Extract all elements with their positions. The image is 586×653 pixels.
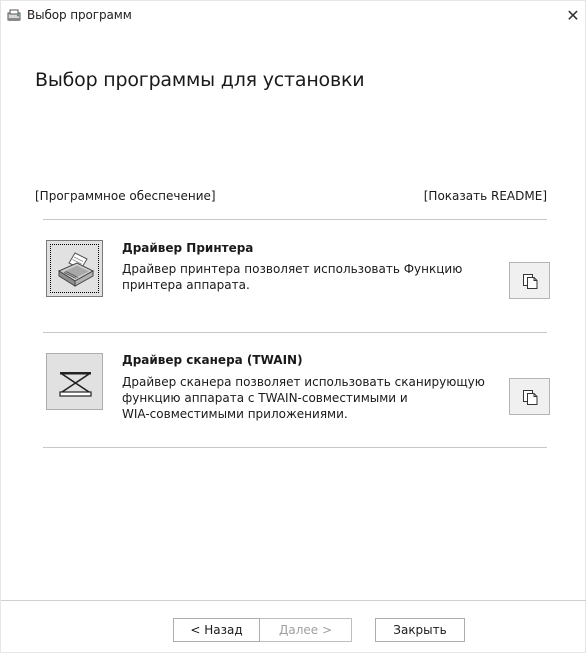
scanner-driver-title: Драйвер сканера (TWAIN) (122, 353, 303, 367)
footer-divider (1, 600, 586, 601)
title-bar: Выбор программ ✕ (1, 1, 586, 29)
window-title: Выбор программ (27, 8, 132, 22)
printer-driver-title: Драйвер Принтера (122, 241, 254, 255)
close-window-button[interactable]: ✕ (559, 1, 586, 29)
divider (43, 332, 547, 333)
section-header: [Программное обеспечение] [Показать READ… (35, 189, 547, 207)
divider (43, 447, 547, 448)
printer-readme-button[interactable] (509, 262, 550, 299)
readme-column-label: [Показать README] (423, 189, 547, 203)
scanner-driver-description: Драйвер сканера позволяет использовать с… (122, 375, 485, 421)
installer-window: Выбор программ ✕ Выбор программы для уст… (0, 0, 586, 653)
app-icon (7, 8, 22, 22)
page-heading: Выбор программы для установки (35, 69, 365, 91)
software-column-label: [Программное обеспечение] (35, 189, 216, 203)
printer-driver-button[interactable] (46, 240, 103, 297)
divider (43, 219, 547, 220)
next-button[interactable]: Далее > (260, 618, 352, 642)
scanner-readme-button[interactable] (509, 378, 550, 415)
back-button[interactable]: < Назад (173, 618, 260, 642)
close-icon: ✕ (566, 5, 580, 25)
printer-driver-description: Драйвер принтера позволяет использовать … (122, 262, 463, 292)
close-button[interactable]: Закрыть (375, 618, 465, 642)
scanner-driver-button[interactable] (46, 353, 103, 410)
